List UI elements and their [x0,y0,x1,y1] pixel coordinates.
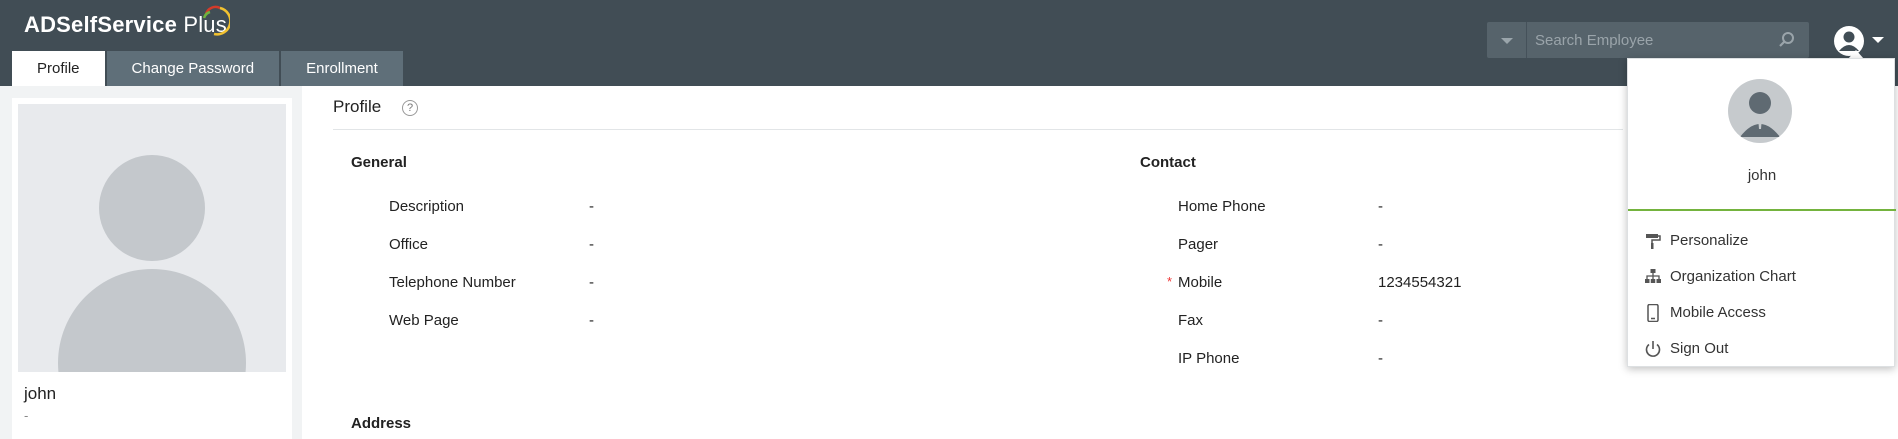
menu-item-sign-out[interactable]: Sign Out [1628,331,1896,367]
field-value-ip-phone: - [1378,350,1383,367]
field-label-ip-phone: IP Phone [1178,350,1240,367]
address-section-title: Address [351,415,412,432]
tab-profile[interactable]: Profile [12,51,105,86]
field-label-office: Office [389,236,428,253]
power-icon [1645,341,1661,357]
menu-username: john [1747,167,1777,184]
avatar-head [99,155,205,261]
profile-name: john [24,384,57,403]
user-dropdown-menu: john Personalize Organization Chart Mobi… [1627,58,1896,367]
contact-section-title: Contact [1140,154,1196,171]
avatar-body [58,269,246,372]
logo-arc-icon [202,5,230,36]
user-menu-caret-icon[interactable] [1872,37,1884,43]
field-value-web-page: - [589,312,594,329]
title-divider [333,129,1623,130]
tab-enrollment[interactable]: Enrollment [281,51,403,86]
field-value-mobile: 1234554321 [1378,274,1462,291]
menu-item-label: Organization Chart [1670,268,1796,285]
field-value-telephone: - [589,274,594,291]
logo-text: ADSelfService [24,12,178,37]
help-icon[interactable]: ? [402,100,418,116]
menu-item-label: Mobile Access [1670,304,1766,321]
main-tabs: Profile Change Password Enrollment [12,51,405,86]
org-chart-icon [1645,269,1661,283]
search-icon[interactable] [1777,30,1797,50]
tab-change-password[interactable]: Change Password [106,51,280,86]
field-value-home-phone: - [1378,198,1383,215]
search-input[interactable] [1535,22,1767,58]
field-label-fax: Fax [1178,312,1204,329]
menu-item-personalize[interactable]: Personalize [1628,223,1896,259]
field-label-mobile: Mobile [1178,274,1223,291]
general-section-title: General [351,154,407,171]
mobile-icon [1647,304,1659,322]
field-label-description: Description [389,198,465,215]
paint-roller-icon [1646,234,1661,249]
field-value-pager: - [1378,236,1383,253]
menu-separator [1628,209,1896,211]
menu-avatar [1728,79,1792,143]
profile-photo-placeholder [18,104,286,372]
profile-subtitle: - [24,408,29,423]
menu-item-organization-chart[interactable]: Organization Chart [1628,259,1896,295]
field-value-office: - [589,236,594,253]
menu-item-mobile-access[interactable]: Mobile Access [1628,295,1896,331]
employee-search [1487,22,1809,58]
top-header: ADSelfService Plus Profile Change Passwo… [0,0,1898,86]
required-marker: * [1167,274,1173,289]
search-scope-dropdown[interactable] [1487,22,1527,58]
user-avatar-icon [1740,92,1780,137]
app-logo[interactable]: ADSelfService Plus [24,12,227,38]
field-label-telephone: Telephone Number [389,274,516,291]
field-label-home-phone: Home Phone [1178,198,1266,215]
field-value-fax: - [1378,312,1383,329]
page-title: Profile [333,97,382,116]
field-label-web-page: Web Page [389,312,459,329]
field-value-description: - [589,198,594,215]
chevron-down-icon [1501,38,1513,44]
profile-card: john - [12,98,292,439]
field-label-pager: Pager [1178,236,1219,253]
menu-item-label: Sign Out [1670,340,1729,357]
menu-item-label: Personalize [1670,232,1749,249]
